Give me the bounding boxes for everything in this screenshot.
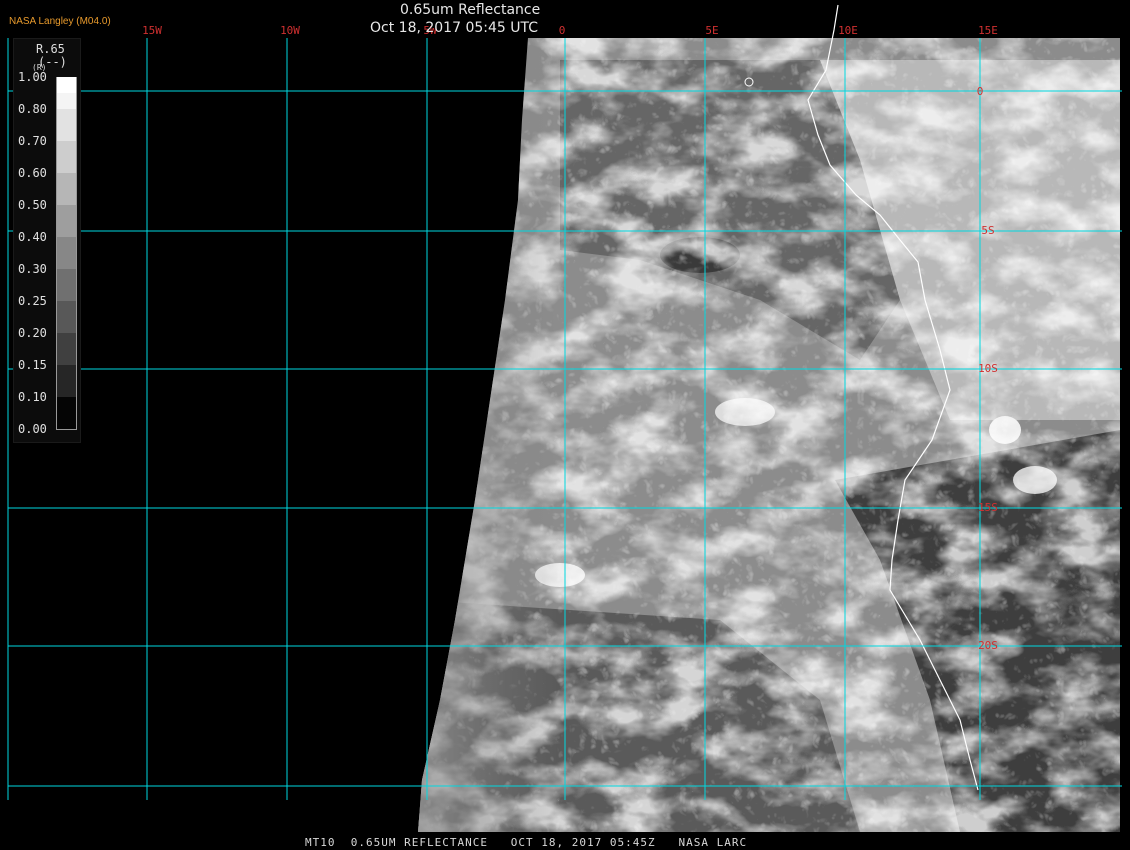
colorbar-tick: 0.70	[18, 134, 47, 148]
lat-label-10s: 10S	[978, 362, 998, 375]
lon-label-10e: 10E	[838, 24, 858, 37]
colorbar-swatch	[56, 173, 77, 205]
colorbar-swatch	[56, 77, 77, 93]
colorbar-swatch	[56, 269, 77, 301]
colorbar-tick: 1.00	[18, 70, 47, 84]
colorbar-swatch	[56, 365, 77, 397]
colorbar-swatch	[56, 205, 77, 237]
footer-caption: MT10 0.65UM REFLECTANCE OCT 18, 2017 05:…	[305, 836, 748, 849]
lat-label-20s: 20S	[978, 639, 998, 652]
satellite-map[interactable]: 15W 10W 5W 0 5E 10E 15E 0 5S 10S 15S 20S	[0, 0, 1130, 850]
colorbar-swatch	[56, 301, 77, 333]
lat-label-0: 0	[977, 85, 984, 98]
colorbar-tick: 0.60	[18, 166, 47, 180]
colorbar-tick: 0.00	[18, 422, 47, 436]
lon-label-15w: 15W	[142, 24, 162, 37]
lat-label-5s: 5S	[981, 224, 994, 237]
colorbar-swatch	[56, 237, 77, 269]
colorbar-legend: R.65 (--) (R) 1.00 0.80 0.70 0.60 0.50 0…	[13, 38, 81, 443]
lon-label-10w: 10W	[280, 24, 300, 37]
colorbar-tick: 0.50	[18, 198, 47, 212]
provider-label: NASA Langley (M04.0)	[9, 16, 111, 27]
colorbar-tick: 0.30	[18, 262, 47, 276]
colorbar-tick: 0.25	[18, 294, 47, 308]
colorbar-tick: 0.10	[18, 390, 47, 404]
lon-label-15e: 15E	[978, 24, 998, 37]
colorbar-swatch	[56, 333, 77, 365]
colorbar-product: R.65	[36, 42, 65, 56]
colorbar-tick: 0.80	[18, 102, 47, 116]
lat-label-15s: 15S	[978, 501, 998, 514]
lon-label-0: 0	[559, 24, 566, 37]
colorbar-tick: 0.15	[18, 358, 47, 372]
map-datetime: Oct 18, 2017 05:45 UTC	[370, 20, 538, 36]
lon-label-5e: 5E	[705, 24, 718, 37]
colorbar-tick: 0.20	[18, 326, 47, 340]
colorbar-swatch	[56, 397, 77, 430]
satellite-imagery	[418, 38, 1120, 832]
colorbar-tick: 0.40	[18, 230, 47, 244]
map-title: 0.65um Reflectance	[400, 2, 541, 18]
colorbar-swatch	[56, 141, 77, 173]
colorbar-swatch	[56, 93, 77, 109]
colorbar-swatch	[56, 109, 77, 141]
